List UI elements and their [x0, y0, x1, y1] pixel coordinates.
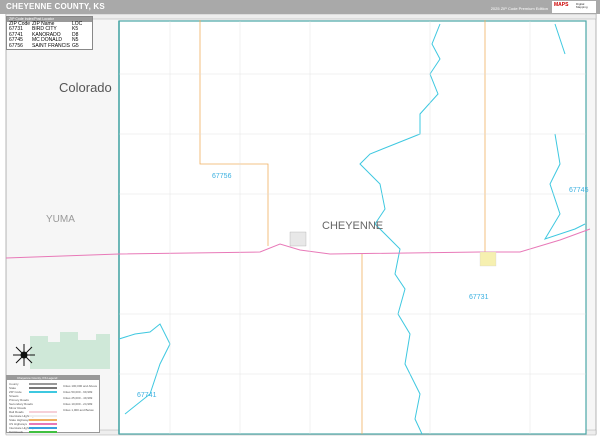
zip-name: SAINT FRANCIS [32, 42, 70, 49]
edition-label: 2025 ZIP Code Premium Edition [490, 6, 548, 11]
zip-code-index-table: ZIP Code Index/Post Locator ZIP Code ZIP… [6, 16, 93, 51]
county-map[interactable] [0, 14, 600, 436]
zip-label-67741: 67741 [137, 392, 157, 399]
public-land [30, 332, 110, 369]
legend-item: Toll Roads [9, 430, 24, 434]
county-label-cheyenne: CHEYENNE [322, 220, 384, 232]
legend-city-size: Cities 10,000 - 24,999 [63, 402, 93, 406]
table-row: 67756 SAINT FRANCIS G5 [7, 42, 92, 49]
legend-city-size: Cities 1,000 and Below [63, 408, 94, 412]
city-bird-city [479, 251, 497, 267]
zip-label-67745: 67745 [569, 187, 589, 194]
map-legend: Cheyenne County, KS Legend County State … [6, 375, 100, 434]
legend-title: Cheyenne County, KS Legend [7, 376, 99, 380]
zip-loc: G5 [72, 42, 79, 49]
state-label-colorado: Colorado [59, 80, 112, 95]
marketmaps-logo: MAPS Digital Mapping [552, 1, 596, 13]
legend-city-size: Cities 50,000 - 99,999 [63, 390, 93, 394]
legend-city-size: Cities 100,000 and Above [63, 384, 98, 388]
top-border-ruler [5, 14, 597, 20]
county-label-yuma: YUMA [46, 214, 75, 225]
map-title: CHEYENNE COUNTY, KS [6, 2, 105, 11]
legend-city-size: Cities 25,000 - 49,999 [63, 396, 93, 400]
title-bar: CHEYENNE COUNTY, KS 2025 ZIP Code Premiu… [0, 0, 600, 14]
zip-code: 67756 [9, 42, 23, 49]
compass-rose-icon [13, 344, 35, 366]
zip-label-67756: 67756 [212, 173, 232, 180]
city-saint-francis [289, 231, 307, 247]
zip-label-67731: 67731 [469, 294, 489, 301]
